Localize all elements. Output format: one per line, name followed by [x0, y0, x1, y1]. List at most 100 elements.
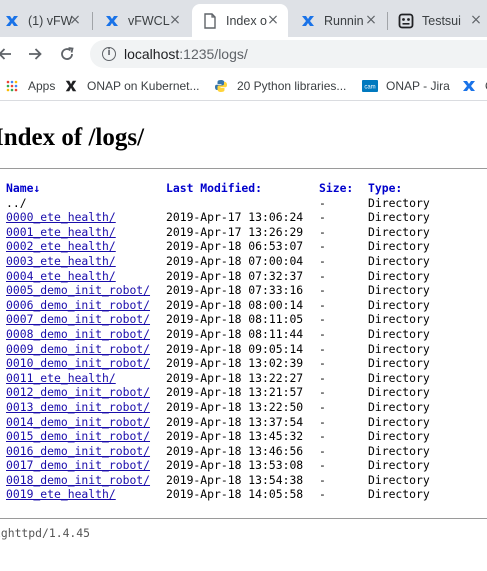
- table-row: 0002_ete_health/2019-Apr-18 06:53:07- Dir…: [0, 239, 487, 254]
- onap-x-icon: [461, 78, 477, 94]
- tab-title: Runnin: [324, 13, 364, 28]
- directory-link[interactable]: 0006_demo_init_robot/: [6, 298, 150, 313]
- tab-index-logs[interactable]: Index o ×: [192, 4, 288, 37]
- bookmark-python-libraries[interactable]: 20 Python libraries...: [213, 77, 346, 95]
- tab-vfw[interactable]: (1) vFW ×: [0, 4, 90, 37]
- directory-link[interactable]: 0007_demo_init_robot/: [6, 312, 150, 327]
- table-row: 0012_demo_init_robot/2019-Apr-18 13:21:5…: [0, 385, 487, 400]
- type-cell: Directory: [368, 472, 430, 487]
- tab-title: (1) vFW: [28, 13, 73, 28]
- arrow-right-icon: [29, 48, 42, 60]
- close-icon[interactable]: ×: [469, 13, 483, 27]
- table-row: 0004_ete_health/2019-Apr-18 07:32:37- Dir…: [0, 269, 487, 284]
- directory-link[interactable]: 0008_demo_init_robot/: [6, 327, 150, 342]
- tab-testsuite[interactable]: Testsui ×: [388, 4, 487, 37]
- directory-link[interactable]: 0017_demo_init_robot/: [6, 458, 150, 473]
- bookmark-onap-kubernetes[interactable]: ONAP on Kubernet...: [63, 77, 200, 95]
- modified-cell: 2019-Apr-18 13:54:38: [166, 472, 304, 487]
- directory-link[interactable]: 0012_demo_init_robot/: [6, 385, 150, 400]
- directory-link[interactable]: 0005_demo_init_robot/: [6, 283, 150, 298]
- directory-link[interactable]: 0015_demo_init_robot/: [6, 429, 150, 444]
- modified-cell: 2019-Apr-18 13:37:54: [166, 414, 304, 429]
- size-cell: -: [319, 297, 326, 312]
- modified-cell: 2019-Apr-18 08:00:14: [166, 297, 304, 312]
- bookmark-apps[interactable]: Apps: [4, 77, 55, 95]
- modified-cell: 2019-Apr-18 06:53:07: [166, 239, 304, 254]
- forward-button[interactable]: [22, 41, 48, 67]
- close-icon[interactable]: ×: [168, 13, 182, 27]
- table-row: 0019_ete_health/2019-Apr-18 14:05:58- Dir…: [0, 487, 487, 502]
- table-row: 0018_demo_init_robot/2019-Apr-18 13:54:3…: [0, 473, 487, 488]
- type-cell: Directory: [368, 487, 430, 502]
- column-header-modified[interactable]: Last Modified:: [166, 181, 262, 196]
- column-header-type[interactable]: Type:: [368, 181, 402, 196]
- table-row: 0015_demo_init_robot/2019-Apr-18 13:45:3…: [0, 429, 487, 444]
- directory-link[interactable]: 0010_demo_init_robot/: [6, 356, 150, 371]
- column-header-size[interactable]: Size:: [319, 181, 353, 196]
- bookmark-label: Apps: [28, 79, 56, 93]
- type-cell: Directory: [368, 385, 430, 400]
- divider: [0, 168, 487, 169]
- tab-title: Testsui: [422, 13, 461, 28]
- directory-link[interactable]: 0013_demo_init_robot/: [6, 400, 150, 415]
- directory-link[interactable]: 0014_demo_init_robot/: [6, 415, 150, 430]
- size-cell: -: [319, 224, 326, 239]
- modified-cell: 2019-Apr-18 08:11:05: [166, 312, 304, 327]
- onap-x-icon: [63, 78, 79, 94]
- table-row: 0007_demo_init_robot/2019-Apr-18 08:11:0…: [0, 312, 487, 327]
- close-icon[interactable]: ×: [266, 13, 280, 27]
- directory-link[interactable]: 0016_demo_init_robot/: [6, 444, 150, 459]
- table-row: 0009_demo_init_robot/2019-Apr-18 09:05:1…: [0, 342, 487, 357]
- size-cell: -: [319, 385, 326, 400]
- modified-cell: 2019-Apr-18 07:32:37: [166, 268, 304, 283]
- size-cell: -: [319, 326, 326, 341]
- table-row: 0005_demo_init_robot/2019-Apr-18 07:33:1…: [0, 283, 487, 298]
- tab-strip: (1) vFW × vFWCL × Index o × Runnin × Tes…: [0, 0, 487, 37]
- tab-vfwcl[interactable]: vFWCL ×: [94, 4, 190, 37]
- size-cell: -: [319, 341, 326, 356]
- address-bar[interactable]: i localhost:1235/logs/: [90, 40, 487, 68]
- directory-link[interactable]: 0018_demo_init_robot/: [6, 473, 150, 488]
- column-header-name[interactable]: Name↓: [6, 181, 40, 196]
- directory-link[interactable]: 0001_ete_health/: [6, 225, 116, 240]
- modified-cell: 2019-Apr-18 13:46:56: [166, 443, 304, 458]
- parent-directory-link[interactable]: ../: [6, 196, 27, 211]
- size-cell: -: [319, 312, 326, 327]
- page-title: Index of /logs/: [0, 124, 145, 151]
- modified-cell: 2019-Apr-18 14:05:58: [166, 487, 304, 502]
- size-cell: -: [319, 458, 326, 473]
- table-row: 0016_demo_init_robot/2019-Apr-18 13:46:5…: [0, 444, 487, 459]
- modified-cell: 2019-Apr-17 13:26:29: [166, 224, 304, 239]
- type-cell: Directory: [368, 239, 430, 254]
- directory-link[interactable]: 0011_ete_health/: [6, 371, 116, 386]
- bookmark-onap[interactable]: O: [461, 77, 487, 95]
- size-cell: -: [319, 210, 326, 225]
- modified-cell: 2019-Apr-18 07:00:04: [166, 253, 304, 268]
- type-cell: Directory: [368, 458, 430, 473]
- type-cell: Directory: [368, 341, 430, 356]
- type-cell: Directory: [368, 312, 430, 327]
- type-cell: Directory: [368, 326, 430, 341]
- close-icon[interactable]: ×: [68, 13, 82, 27]
- type-cell: Directory: [368, 210, 430, 225]
- directory-link[interactable]: 0000_ete_health/: [6, 210, 116, 225]
- close-icon[interactable]: ×: [364, 13, 378, 27]
- type-cell: Directory: [368, 429, 430, 444]
- directory-link[interactable]: 0002_ete_health/: [6, 239, 116, 254]
- tab-running[interactable]: Runnin ×: [290, 4, 386, 37]
- info-icon[interactable]: i: [102, 47, 116, 61]
- type-cell: Directory: [368, 370, 430, 385]
- directory-link[interactable]: 0009_demo_init_robot/: [6, 342, 150, 357]
- directory-link[interactable]: 0004_ete_health/: [6, 269, 116, 284]
- table-row: 0014_demo_init_robot/2019-Apr-18 13:37:5…: [0, 415, 487, 430]
- reload-button[interactable]: [54, 41, 80, 67]
- table-row: 0011_ete_health/2019-Apr-18 13:22:27- Dir…: [0, 371, 487, 386]
- modified-cell: 2019-Apr-18 13:22:50: [166, 399, 304, 414]
- server-signature: ighttpd/1.4.45: [0, 526, 91, 540]
- directory-link[interactable]: 0019_ete_health/: [6, 487, 116, 502]
- back-button[interactable]: [0, 41, 18, 67]
- directory-link[interactable]: 0003_ete_health/: [6, 254, 116, 269]
- bookmark-onap-jira[interactable]: cam ONAP - Jira: [362, 77, 450, 95]
- type-cell: Directory: [368, 253, 430, 268]
- divider: [0, 518, 487, 519]
